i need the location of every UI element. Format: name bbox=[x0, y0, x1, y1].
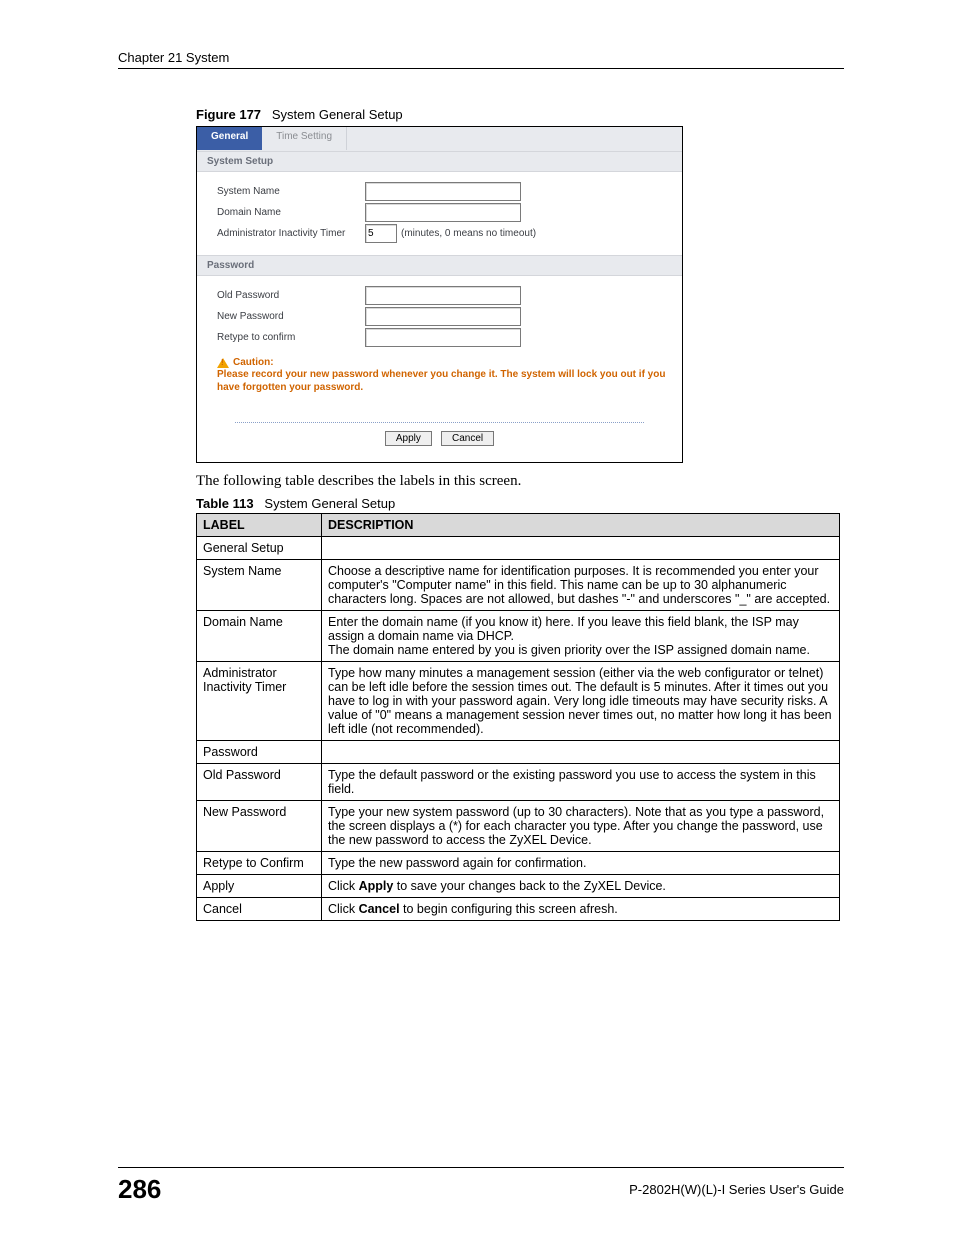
table-row: Retype to ConfirmType the new password a… bbox=[197, 852, 840, 875]
row-description: Click Cancel to begin configuring this s… bbox=[322, 898, 840, 921]
tab-time-setting[interactable]: Time Setting bbox=[262, 127, 347, 150]
table-row: Administrator Inactivity TimerType how m… bbox=[197, 662, 840, 741]
figure-screenshot: General Time Setting System Setup System… bbox=[196, 126, 683, 463]
table-number: Table 113 bbox=[196, 496, 254, 511]
caution-text: Please record your new password whenever… bbox=[217, 368, 666, 394]
dotted-separator bbox=[235, 422, 644, 423]
table-row: Old PasswordType the default password or… bbox=[197, 764, 840, 801]
section-system-setup: System Setup bbox=[197, 151, 682, 172]
table-row: ApplyClick Apply to save your changes ba… bbox=[197, 875, 840, 898]
col-header-description: DESCRIPTION bbox=[322, 514, 840, 537]
domain-name-input[interactable] bbox=[365, 203, 521, 222]
row-label: Password bbox=[197, 741, 322, 764]
row-description: Type how many minutes a management sessi… bbox=[322, 662, 840, 741]
description-table: LABEL DESCRIPTION General SetupSystem Na… bbox=[196, 513, 840, 921]
table-row: New PasswordType your new system passwor… bbox=[197, 801, 840, 852]
table-caption: Table 113 System General Setup bbox=[196, 496, 844, 511]
old-password-input[interactable] bbox=[365, 286, 521, 305]
row-description: Type the default password or the existin… bbox=[322, 764, 840, 801]
row-description: Click Apply to save your changes back to… bbox=[322, 875, 840, 898]
col-header-label: LABEL bbox=[197, 514, 322, 537]
row-label: Domain Name bbox=[197, 611, 322, 662]
inactivity-timer-input[interactable] bbox=[365, 224, 397, 243]
warning-icon bbox=[217, 358, 229, 368]
header-rule bbox=[118, 68, 844, 69]
row-description: Choose a descriptive name for identifica… bbox=[322, 560, 840, 611]
row-label: Old Password bbox=[197, 764, 322, 801]
row-label: New Password bbox=[197, 801, 322, 852]
table-row: General Setup bbox=[197, 537, 840, 560]
apply-button[interactable]: Apply bbox=[385, 431, 432, 446]
new-password-input[interactable] bbox=[365, 307, 521, 326]
table-row: Password bbox=[197, 741, 840, 764]
row-description bbox=[322, 537, 840, 560]
inactivity-hint: (minutes, 0 means no timeout) bbox=[401, 228, 536, 239]
figure-title: System General Setup bbox=[272, 107, 403, 122]
figure-caption: Figure 177 System General Setup bbox=[196, 107, 844, 122]
system-name-input[interactable] bbox=[365, 182, 521, 201]
caution-block: Caution: Please record your new password… bbox=[217, 357, 666, 394]
label-inactivity-timer: Administrator Inactivity Timer bbox=[217, 228, 365, 239]
label-retype-password: Retype to confirm bbox=[217, 332, 365, 343]
guide-title: P-2802H(W)(L)-I Series User's Guide bbox=[629, 1182, 844, 1197]
row-label: General Setup bbox=[197, 537, 322, 560]
label-new-password: New Password bbox=[217, 311, 365, 322]
section-password: Password bbox=[197, 255, 682, 276]
label-domain-name: Domain Name bbox=[217, 207, 365, 218]
row-description: Type the new password again for confirma… bbox=[322, 852, 840, 875]
table-title: System General Setup bbox=[264, 496, 395, 511]
chapter-label: Chapter 21 System bbox=[118, 50, 844, 65]
row-description bbox=[322, 741, 840, 764]
row-description: Type your new system password (up to 30 … bbox=[322, 801, 840, 852]
cancel-button[interactable]: Cancel bbox=[441, 431, 494, 446]
row-description: Enter the domain name (if you know it) h… bbox=[322, 611, 840, 662]
row-label: Apply bbox=[197, 875, 322, 898]
intro-paragraph: The following table describes the labels… bbox=[196, 473, 844, 490]
table-row: Domain NameEnter the domain name (if you… bbox=[197, 611, 840, 662]
row-label: Administrator Inactivity Timer bbox=[197, 662, 322, 741]
table-row: CancelClick Cancel to begin configuring … bbox=[197, 898, 840, 921]
retype-password-input[interactable] bbox=[365, 328, 521, 347]
label-old-password: Old Password bbox=[217, 290, 365, 301]
label-system-name: System Name bbox=[217, 186, 365, 197]
row-label: System Name bbox=[197, 560, 322, 611]
page-number: 286 bbox=[118, 1174, 161, 1205]
row-label: Retype to Confirm bbox=[197, 852, 322, 875]
page-footer: 286 P-2802H(W)(L)-I Series User's Guide bbox=[118, 1167, 844, 1205]
table-row: System NameChoose a descriptive name for… bbox=[197, 560, 840, 611]
caution-label: Caution: bbox=[233, 357, 274, 368]
tab-bar: General Time Setting bbox=[197, 127, 682, 151]
row-label: Cancel bbox=[197, 898, 322, 921]
tab-general[interactable]: General bbox=[197, 127, 262, 150]
figure-number: Figure 177 bbox=[196, 107, 261, 122]
